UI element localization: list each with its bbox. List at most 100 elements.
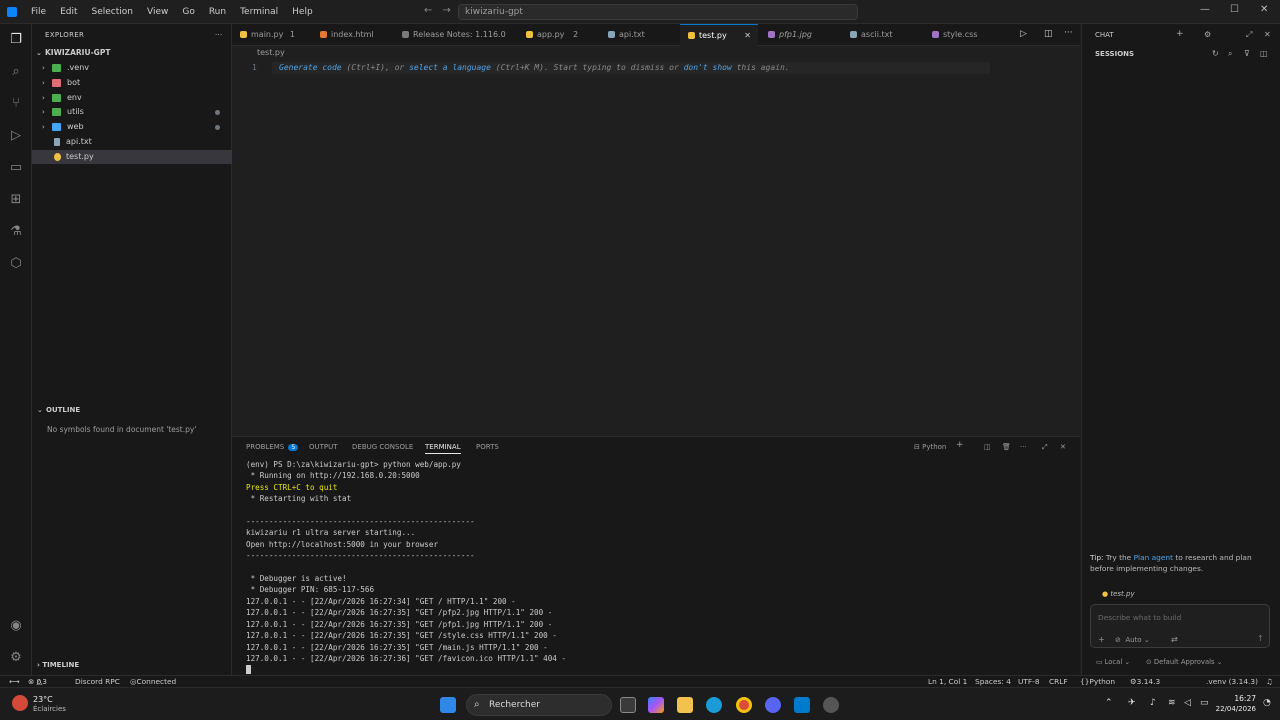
weather-icon[interactable] [12, 695, 28, 711]
tab-test-py[interactable]: test.py ✕ [680, 24, 758, 46]
kill-terminal-icon[interactable]: 🗑 [1002, 443, 1011, 451]
menu-view[interactable]: View [140, 0, 175, 24]
encoding[interactable]: UTF-8 [1018, 676, 1040, 687]
close-tab-icon[interactable]: ✕ [744, 25, 751, 47]
windows-start-icon[interactable] [440, 697, 456, 713]
command-center-search[interactable]: kiwizariu-gpt [458, 4, 858, 20]
discord-connected-status[interactable]: ◎ Connected to Discord [130, 676, 176, 697]
maximize-chat-icon[interactable]: ⤢ [1246, 30, 1252, 40]
terminal-shell-select[interactable]: ⊟ Python [914, 443, 946, 451]
show-hidden-icons[interactable]: ⌃ [1105, 698, 1113, 708]
dont-show-link[interactable]: don't show [684, 63, 732, 72]
tree-item-web[interactable]: › web [32, 120, 232, 134]
more-actions-icon[interactable]: ··· [1064, 28, 1073, 38]
maximize-panel-icon[interactable]: ⤢ [1042, 443, 1048, 452]
terminal-output[interactable]: (env) PS D:\za\kiwizariu-gpt> python web… [246, 459, 566, 675]
microphone-icon[interactable]: ♪ [1150, 698, 1156, 708]
tab-style-css[interactable]: style.css [924, 24, 1004, 46]
tab-ports[interactable]: PORTS [476, 443, 499, 451]
menu-file[interactable]: File [24, 0, 53, 24]
battery-icon[interactable]: ▭ [1200, 698, 1209, 708]
venv-status[interactable]: .venv (3.14.3) [1206, 676, 1258, 687]
discord-icon[interactable] [765, 697, 781, 713]
testing-icon[interactable]: ⚗ [8, 224, 24, 240]
line-ending[interactable]: CRLF [1049, 676, 1068, 687]
edge-icon[interactable] [706, 697, 722, 713]
plan-agent-link[interactable]: Plan agent [1134, 553, 1173, 562]
tab-terminal[interactable]: TERMINAL [425, 443, 461, 454]
close-chat-icon[interactable]: ✕ [1264, 30, 1271, 39]
vscode-taskbar-icon[interactable] [794, 697, 810, 713]
run-python-file-icon[interactable]: ▷ [1020, 29, 1027, 39]
tab-pfp1-jpg[interactable]: pfp1.jpg [760, 24, 840, 46]
chrome-icon[interactable] [736, 697, 752, 713]
menu-run[interactable]: Run [202, 0, 233, 24]
notifications-icon[interactable]: ♫ [1266, 676, 1273, 687]
tree-item-test-py[interactable]: test.py [32, 150, 232, 164]
minimize-icon[interactable]: — [1200, 4, 1210, 15]
mode-select[interactable]: ⊘ Auto ⌄ [1115, 636, 1150, 644]
containers-icon[interactable]: ⬡ [8, 256, 24, 272]
context-file-chip[interactable]: ● test.py [1102, 590, 1135, 598]
send-icon[interactable]: ↑ [1257, 634, 1264, 643]
source-control-icon[interactable]: ⑂ [8, 96, 24, 112]
breadcrumb[interactable]: test.py [257, 48, 285, 57]
filter-icon[interactable]: ⊽ [1244, 49, 1250, 58]
discord-rpc-status[interactable]: Discord RPC [75, 676, 120, 687]
copilot-icon[interactable] [648, 697, 664, 713]
tab-main-py[interactable]: main.py 1 [232, 24, 310, 46]
file-explorer-icon[interactable] [677, 697, 693, 713]
remote-icon[interactable]: ⟷ [9, 676, 20, 687]
search-icon[interactable]: ⌕ [8, 64, 24, 80]
search-icon[interactable]: ⌕ [1228, 49, 1232, 59]
menu-go[interactable]: Go [175, 0, 201, 24]
clock-date[interactable]: 22/04/2026 [1212, 705, 1256, 713]
approvals-select[interactable]: ⊙ Default Approvals ⌄ [1146, 658, 1222, 666]
new-terminal-icon[interactable]: + [956, 440, 964, 450]
tree-item-utils[interactable]: › utils [32, 105, 232, 119]
volume-icon[interactable]: ◁ [1184, 698, 1191, 708]
tree-item-bot[interactable]: › bot [32, 76, 232, 90]
tab-ascii-txt[interactable]: ascii.txt [842, 24, 922, 46]
tree-item-venv[interactable]: › .venv [32, 61, 232, 75]
weather-temp[interactable]: 23°C [33, 695, 53, 704]
refresh-icon[interactable]: ↻ [1212, 49, 1219, 58]
explorer-icon[interactable]: ❐ [8, 32, 24, 48]
python-interpreter[interactable]: ⚙ 3.14.3 (venv) [1130, 676, 1160, 697]
project-root[interactable]: ⌄ KIWIZARIU-GPT [32, 46, 232, 60]
network-icon[interactable]: ✈ [1128, 698, 1136, 708]
menu-edit[interactable]: Edit [53, 0, 84, 24]
tab-release-notes[interactable]: Release Notes: 1.116.0 [394, 24, 516, 46]
select-language-link[interactable]: select a language [409, 63, 491, 72]
split-editor-icon[interactable]: ◫ [1044, 29, 1053, 39]
task-view-icon[interactable] [620, 697, 636, 713]
taskbar-search[interactable]: ⌕ Rechercher [466, 694, 612, 716]
tree-item-api-txt[interactable]: api.txt [32, 135, 232, 149]
chat-settings-icon[interactable]: ⚙ [1204, 30, 1211, 39]
wifi-icon[interactable]: ≋ [1168, 698, 1176, 708]
tree-item-env[interactable]: › env [32, 91, 232, 105]
new-chat-icon[interactable]: + [1176, 29, 1184, 39]
generate-code-link[interactable]: Generate code [279, 63, 342, 72]
remote-explorer-icon[interactable]: ▭ [8, 160, 24, 176]
tab-app-py[interactable]: app.py 2 [518, 24, 598, 46]
indentation[interactable]: Spaces: 4 [975, 676, 1011, 687]
maximize-icon[interactable]: ☐ [1230, 4, 1239, 15]
chat-input-box[interactable]: Describe what to build + ⊘ Auto ⌄ ⇄ ↑ [1090, 604, 1270, 648]
add-context-icon[interactable]: + [1098, 635, 1105, 644]
tab-problems[interactable]: PROBLEMS 5 [246, 443, 299, 451]
tab-output[interactable]: OUTPUT [309, 443, 338, 451]
clock-time[interactable]: 16:27 [1220, 694, 1256, 703]
notification-bell-icon[interactable]: ◔ [1263, 698, 1271, 708]
menu-selection[interactable]: Selection [85, 0, 140, 24]
timeline-header[interactable]: › TIMELINE [37, 661, 79, 669]
local-select[interactable]: ▭ Local ⌄ [1096, 658, 1130, 666]
more-actions-icon[interactable]: ··· [215, 31, 223, 39]
language-mode[interactable]: {} Python [1080, 676, 1115, 687]
menu-help[interactable]: Help [285, 0, 320, 24]
problems-status[interactable]: ⊗ 0 △ 3 [28, 676, 47, 687]
settings-gear-icon[interactable]: ⚙ [8, 650, 24, 666]
tab-api-txt[interactable]: api.txt [600, 24, 678, 46]
more-actions-icon[interactable]: ··· [1020, 443, 1027, 451]
editor-area[interactable]: test.py 1 Generate code (Ctrl+I), or sel… [232, 46, 1080, 436]
